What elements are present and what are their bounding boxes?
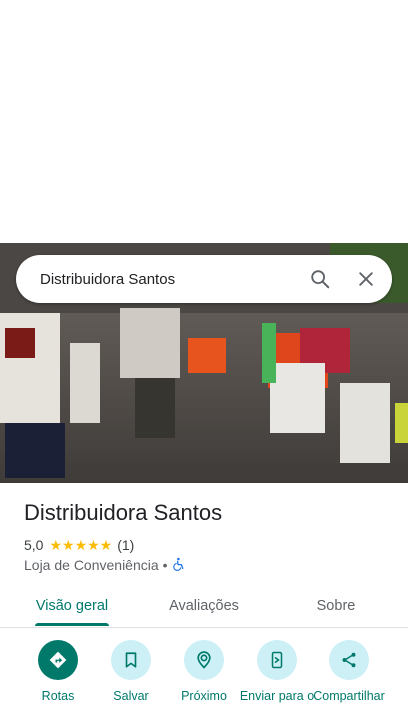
directions-button[interactable]: Rotas bbox=[20, 640, 96, 704]
category-row: Loja de Conveniência • bbox=[24, 556, 186, 574]
map-blank-area bbox=[0, 0, 408, 243]
save-button[interactable]: Salvar bbox=[93, 640, 169, 704]
place-title: Distribuidora Santos bbox=[24, 500, 223, 525]
reviews-count: (1) bbox=[117, 537, 135, 553]
active-tab-indicator bbox=[35, 623, 109, 626]
share-button[interactable]: Compartilhar bbox=[311, 640, 387, 704]
rating-row[interactable]: 5,0 ★★★★★ (1) bbox=[24, 536, 134, 554]
share-icon[interactable] bbox=[329, 640, 369, 680]
nearby-button[interactable]: Próximo bbox=[166, 640, 242, 704]
wheelchair-accessible-icon bbox=[172, 557, 186, 574]
rating-value: 5,0 bbox=[24, 537, 44, 553]
tab-about[interactable]: Sobre bbox=[286, 585, 386, 627]
nearby-label: Próximo bbox=[181, 689, 227, 703]
tab-overview[interactable]: Visão geral bbox=[22, 585, 122, 627]
search-icon[interactable] bbox=[300, 259, 340, 299]
send-to-phone-button[interactable]: Enviar para o bbox=[239, 640, 315, 704]
close-icon[interactable] bbox=[346, 259, 386, 299]
star-rating-icon: ★★★★★ bbox=[49, 537, 113, 553]
send-to-phone-icon[interactable] bbox=[257, 640, 297, 680]
search-query[interactable]: Distribuidora Santos bbox=[16, 271, 300, 288]
search-bar[interactable]: Distribuidora Santos bbox=[16, 255, 392, 303]
share-label: Compartilhar bbox=[313, 689, 385, 703]
tab-bar: Visão geral Avaliações Sobre bbox=[0, 585, 408, 628]
place-category: Loja de Conveniência bbox=[24, 557, 159, 573]
save-label: Salvar bbox=[113, 689, 149, 703]
separator: • bbox=[162, 557, 168, 573]
directions-icon[interactable] bbox=[38, 640, 78, 680]
nearby-icon[interactable] bbox=[184, 640, 224, 680]
bookmark-icon[interactable] bbox=[111, 640, 151, 680]
action-bar: Rotas Salvar Próximo Enviar para o Compa… bbox=[0, 640, 408, 726]
send-to-phone-label: Enviar para o bbox=[239, 689, 315, 703]
directions-label: Rotas bbox=[41, 689, 75, 703]
tab-reviews[interactable]: Avaliações bbox=[154, 585, 254, 627]
